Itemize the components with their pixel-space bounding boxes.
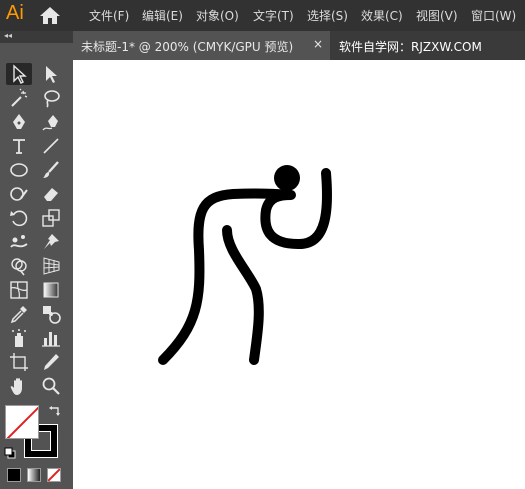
home-icon[interactable] xyxy=(38,4,62,26)
running-figure-artwork[interactable] xyxy=(73,60,525,489)
tab-rjzxw[interactable]: 软件自学网：RJZXW.COM xyxy=(331,31,525,60)
curvature-icon[interactable] xyxy=(38,111,64,133)
menu-window[interactable]: 窗口(W) xyxy=(471,7,516,24)
default-fill-stroke-icon[interactable] xyxy=(4,444,16,459)
menu-select[interactable]: 选择(S) xyxy=(307,7,348,24)
line-segment-icon[interactable] xyxy=(38,135,64,157)
fill-swatch[interactable] xyxy=(5,405,39,439)
menu-type[interactable]: 文字(T) xyxy=(253,7,294,24)
column-graph-icon[interactable] xyxy=(38,327,64,349)
artboard-canvas[interactable] xyxy=(73,60,525,489)
menu-bar: Ai 文件(F) 编辑(E) 对象(O) 文字(T) 选择(S) 效果(C) 视… xyxy=(0,0,525,31)
menu-edit[interactable]: 编辑(E) xyxy=(142,7,183,24)
eraser-icon[interactable] xyxy=(38,183,64,205)
pen-icon[interactable] xyxy=(6,111,32,133)
scale-icon[interactable] xyxy=(38,207,64,229)
tab-label: 未标题-1* @ 200% (CMYK/GPU 预览) xyxy=(81,40,294,54)
swap-fill-stroke-icon[interactable] xyxy=(48,403,62,417)
blend-icon[interactable] xyxy=(38,303,64,325)
magic-wand-icon[interactable] xyxy=(6,87,32,109)
paintbrush-icon[interactable] xyxy=(38,159,64,181)
figure-head xyxy=(274,165,300,191)
close-icon[interactable]: × xyxy=(313,37,323,51)
tab-label: 软件自学网：RJZXW.COM xyxy=(339,40,482,54)
menu-object[interactable]: 对象(O) xyxy=(196,7,239,24)
menu-file[interactable]: 文件(F) xyxy=(89,7,129,24)
artboard-icon[interactable] xyxy=(6,351,32,373)
color-mode-button[interactable] xyxy=(7,468,21,482)
selection-tool-icon[interactable] xyxy=(6,63,32,85)
gradient-mode-button[interactable] xyxy=(27,468,41,482)
mesh-icon[interactable] xyxy=(6,279,32,301)
gradient-icon[interactable] xyxy=(38,279,64,301)
tools-panel: ◂◂ xyxy=(0,31,73,489)
app-logo: Ai xyxy=(6,2,24,24)
symbol-sprayer-icon[interactable] xyxy=(6,327,32,349)
puppet-warp-icon[interactable] xyxy=(6,231,32,253)
tab-untitled-1[interactable]: 未标题-1* @ 200% (CMYK/GPU 预览) × xyxy=(73,31,330,60)
toolbar-header: ◂◂ xyxy=(0,31,73,43)
zoom-icon[interactable] xyxy=(38,375,64,397)
slice-icon[interactable] xyxy=(38,351,64,373)
shape-builder-icon[interactable] xyxy=(6,255,32,277)
perspective-grid-icon[interactable] xyxy=(38,255,64,277)
document-tab-bar: 未标题-1* @ 200% (CMYK/GPU 预览) × 软件自学网：RJZX… xyxy=(73,31,525,60)
eyedropper-icon[interactable] xyxy=(6,303,32,325)
hand-icon[interactable] xyxy=(6,375,32,397)
menu-view[interactable]: 视图(V) xyxy=(416,7,458,24)
direct-selection-tool-icon[interactable] xyxy=(38,63,64,85)
pin-icon[interactable] xyxy=(38,231,64,253)
figure-leg xyxy=(222,225,264,365)
type-icon[interactable] xyxy=(6,135,32,157)
ellipse-icon[interactable] xyxy=(6,159,32,181)
none-mode-button[interactable] xyxy=(47,468,61,482)
lasso-icon[interactable] xyxy=(38,87,64,109)
collapse-icon[interactable]: ◂◂ xyxy=(4,31,12,40)
rotate-icon[interactable] xyxy=(6,207,32,229)
menu-effect[interactable]: 效果(C) xyxy=(361,7,403,24)
shaper-icon[interactable] xyxy=(6,183,32,205)
